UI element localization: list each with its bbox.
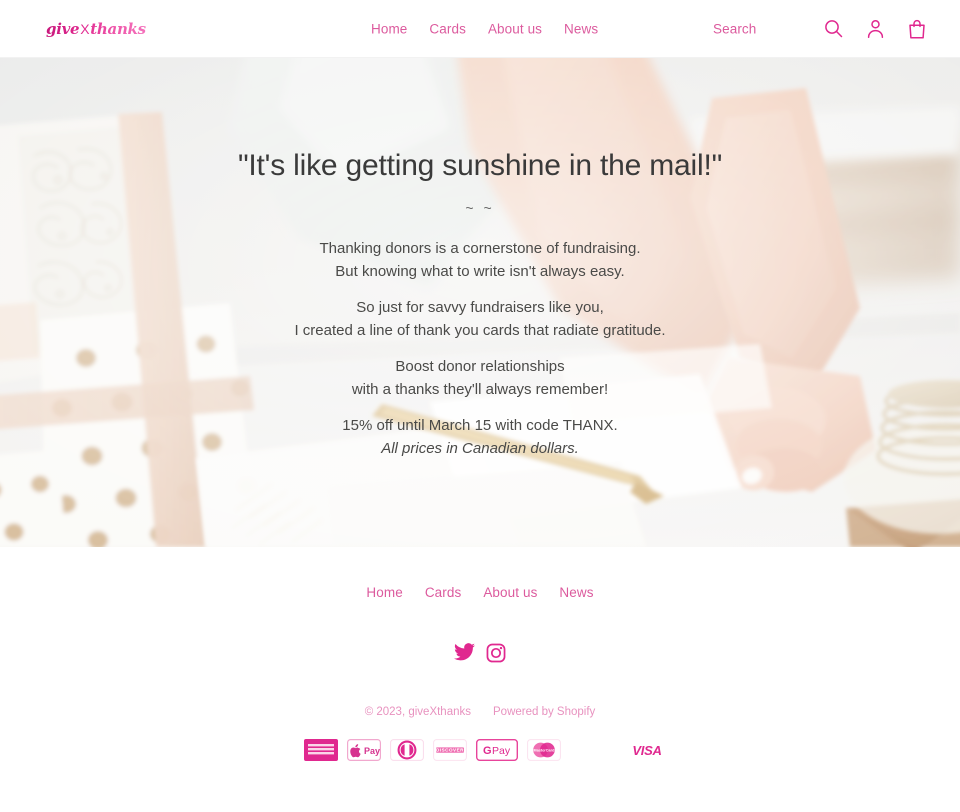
- site-logo[interactable]: giveXthanks: [46, 20, 146, 38]
- site-footer: Home Cards About us News © 2023, giveXth…: [0, 547, 960, 761]
- american-express-icon: [304, 739, 339, 761]
- hero-promo-block: 15% off until March 15 with code THANX. …: [342, 415, 617, 460]
- hero-paragraph-3-line-2: with a thanks they'll always remember!: [351, 380, 609, 398]
- footer-nav-item-home[interactable]: Home: [366, 585, 402, 600]
- nav-item-news[interactable]: News: [564, 21, 598, 36]
- visa-icon: VISA: [632, 742, 662, 758]
- footer-nav-item-cards[interactable]: Cards: [425, 585, 462, 600]
- apple-pay-icon: Pay: [347, 739, 382, 761]
- instagram-icon[interactable]: [486, 643, 507, 664]
- search-icon[interactable]: [823, 18, 844, 40]
- copyright-text: © 2023, giveXthanks: [364, 706, 471, 718]
- hero-paragraph-2: So just for savvy fundraisers like you, …: [294, 297, 665, 342]
- google-pay-icon: G Pay: [476, 739, 519, 761]
- footer-nav-item-about-us[interactable]: About us: [483, 585, 537, 600]
- svg-text:MasterCard: MasterCard: [534, 748, 556, 752]
- payment-methods-row: Pay DISCOVER G Pay MasterCard VISA: [298, 739, 662, 761]
- hero-paragraph-1-line-2: But knowing what to write isn't always e…: [335, 262, 625, 280]
- powered-by-shopify-link[interactable]: Powered by Shopify: [493, 706, 595, 718]
- header-icon-group: [823, 18, 928, 40]
- hero-paragraph-2-line-2: I created a line of thank you cards that…: [294, 321, 666, 339]
- diners-club-icon: [390, 739, 425, 761]
- site-header: giveXthanks Home Cards About us News Sea…: [0, 0, 960, 58]
- nav-item-home[interactable]: Home: [371, 21, 407, 36]
- logo-text-give: give: [46, 19, 80, 38]
- twitter-icon[interactable]: [453, 643, 475, 664]
- svg-text:G: G: [483, 745, 492, 757]
- logo-x-mark: X: [80, 20, 90, 37]
- hero-paragraph-2-line-1: So just for savvy fundraisers like you,: [356, 299, 604, 316]
- hero-paragraph-3-line-1: Boost donor relationships: [395, 358, 565, 375]
- hero-text-block: "It's like getting sunshine in the mail!…: [0, 58, 960, 547]
- nav-item-cards[interactable]: Cards: [429, 21, 466, 36]
- hero-paragraph-1: Thanking donors is a cornerstone of fund…: [319, 238, 640, 283]
- hero-section: "It's like getting sunshine in the mail!…: [0, 58, 960, 547]
- svg-text:Pay: Pay: [492, 745, 511, 757]
- footer-navigation: Home Cards About us News: [366, 585, 593, 600]
- logo-text-thanks: thanks: [90, 19, 146, 38]
- svg-text:Pay: Pay: [364, 746, 380, 756]
- nav-item-about-us[interactable]: About us: [488, 21, 542, 36]
- hero-currency-note: All prices in Canadian dollars.: [381, 439, 579, 457]
- header-search-link[interactable]: Search: [713, 21, 756, 36]
- hero-promo-line: 15% off until March 15 with code THANX.: [342, 417, 618, 434]
- svg-text:DISCOVER: DISCOVER: [436, 748, 464, 753]
- header-navigation: Home Cards About us News: [371, 21, 598, 36]
- hero-divider: ~ ~: [465, 200, 495, 216]
- footer-nav-item-news[interactable]: News: [559, 585, 593, 600]
- hero-title: "It's like getting sunshine in the mail!…: [237, 149, 723, 182]
- footer-meta: © 2023, giveXthanks Powered by Shopify: [365, 706, 596, 718]
- cart-icon[interactable]: [907, 18, 928, 40]
- mastercard-icon: MasterCard: [527, 739, 562, 761]
- hero-paragraph-1-line-1: Thanking donors is a cornerstone of fund…: [319, 240, 641, 257]
- footer-social-links: [453, 643, 507, 664]
- discover-icon: DISCOVER: [433, 739, 468, 761]
- account-icon[interactable]: [865, 18, 886, 40]
- hero-paragraph-3: Boost donor relationships with a thanks …: [352, 356, 608, 401]
